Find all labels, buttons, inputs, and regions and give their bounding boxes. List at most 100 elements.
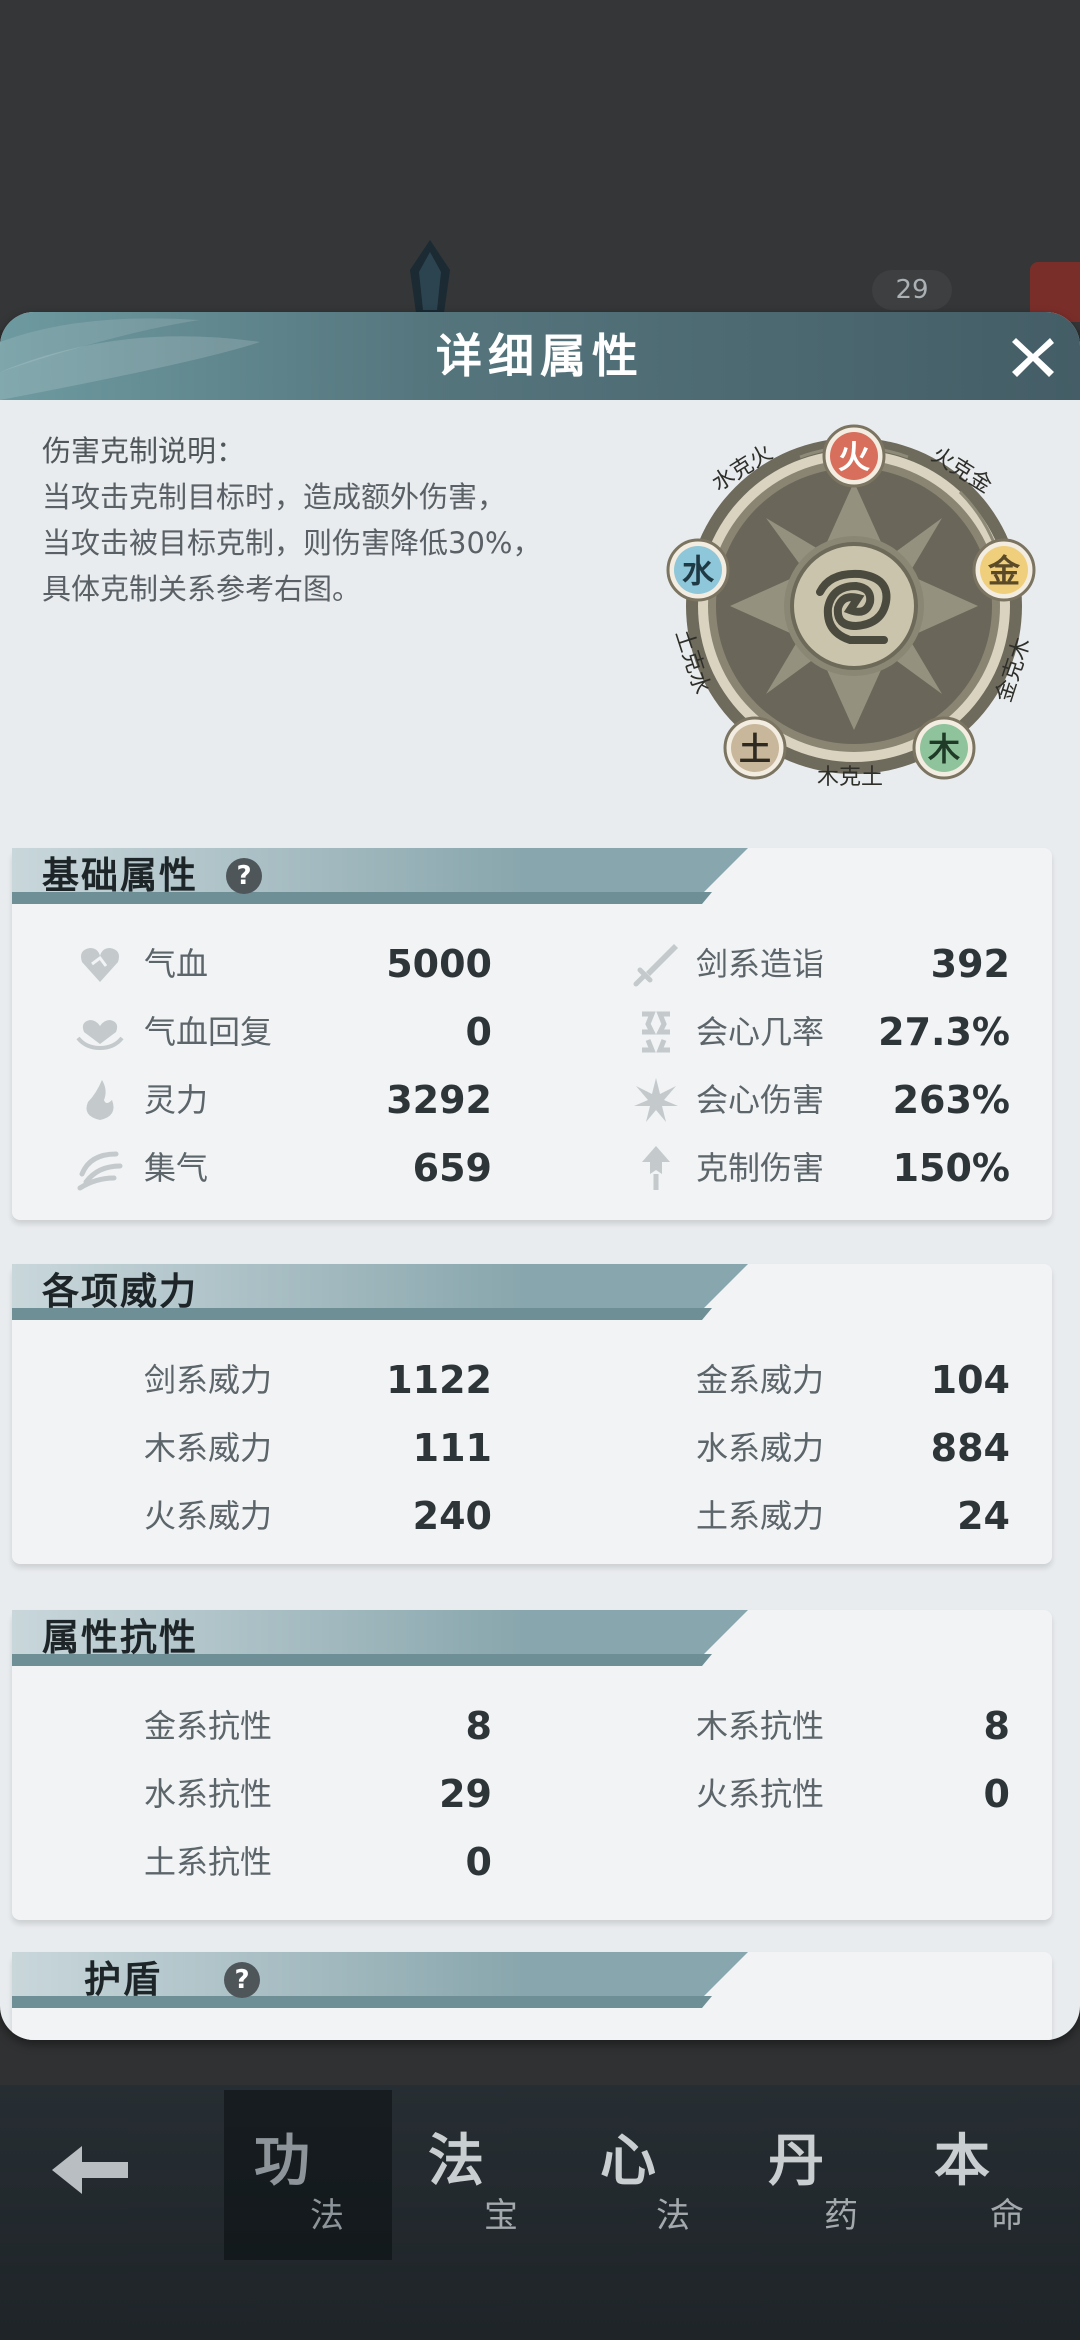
stat-label: 集气 [144, 1149, 209, 1187]
stat-value: 27.3% [878, 1010, 1010, 1054]
section-title: 属性抗性 [42, 1616, 198, 1659]
stat-value: 0 [983, 1772, 1010, 1816]
section-header: 各项威力 [12, 1264, 1052, 1320]
tab-glyph: 功 [254, 2129, 310, 2194]
stat-value: 24 [957, 1494, 1010, 1538]
stat-label: 克制伤害 [696, 1149, 825, 1187]
stat-label: 火系威力 [144, 1497, 273, 1535]
fire-label: 火 [838, 438, 870, 476]
stat-label: 气血回复 [144, 1013, 273, 1051]
help-icon[interactable]: ? [224, 1962, 260, 1998]
flame-icon [86, 1080, 114, 1120]
earth-node: 土 [723, 716, 787, 780]
tab-subglyph: 药 [824, 2196, 858, 2236]
stat-value: 8 [465, 1704, 492, 1748]
tab-benming[interactable]: 本 命 [904, 2090, 1072, 2260]
description-line: 伤害克制说明： [42, 434, 246, 468]
stat-row: 木系威力 111 [12, 1418, 532, 1478]
section-header: 护盾 ? [12, 1952, 1052, 2008]
crit-rate-icon [642, 1011, 670, 1053]
close-icon[interactable] [1002, 326, 1064, 388]
stat-row: 土系抗性 0 [12, 1832, 532, 1892]
help-icon[interactable]: ? [226, 858, 262, 894]
section-header: 基础属性 ? [12, 848, 1052, 904]
stat-row: 土系威力 24 [552, 1486, 1052, 1546]
detail-attributes-dialog: 详细属性 伤害克制说明： 当攻击克制目标时，造成额外伤害， 当攻击被目标克制，则… [0, 312, 1080, 2040]
section-header: 属性抗性 [12, 1610, 1052, 1666]
stat-label: 木系威力 [144, 1429, 273, 1467]
stat-value: 150% [892, 1146, 1010, 1190]
tab-glyph: 丹 [768, 2129, 824, 2194]
tab-subglyph: 法 [310, 2196, 344, 2236]
stat-value: 263% [892, 1078, 1010, 1122]
stat-row: 灵力 3292 [12, 1070, 532, 1130]
tab-gongfa[interactable]: 功 法 [224, 2090, 392, 2260]
stat-label: 土系抗性 [144, 1843, 273, 1881]
description-line: 具体克制关系参考右图。 [42, 572, 362, 606]
sword-icon [633, 944, 678, 987]
stat-label: 金系威力 [696, 1361, 825, 1399]
stat-label: 土系威力 [696, 1497, 825, 1535]
counter-description: 伤害克制说明： 当攻击克制目标时，造成额外伤害， 当攻击被目标克制，则伤害降低3… [42, 428, 642, 612]
stat-row: 剑系造诣 392 [552, 934, 1052, 994]
stat-label: 木系抗性 [696, 1707, 825, 1745]
tab-xinfa[interactable]: 心 法 [570, 2090, 738, 2260]
stat-row: 气血 5000 [12, 934, 532, 994]
stat-row: 集气 659 [12, 1138, 532, 1198]
water-label: 水 [682, 552, 715, 590]
stat-label: 剑系威力 [144, 1361, 273, 1399]
regen-icon [76, 1020, 124, 1051]
wood-node: 木 [912, 716, 976, 780]
level-badge: 29 [872, 270, 952, 310]
shield-section: 护盾 ? [12, 1952, 1052, 2040]
section-header-bg [12, 1952, 748, 2008]
stat-value: 8 [983, 1704, 1010, 1748]
back-arrow-icon[interactable] [48, 2140, 132, 2200]
stat-value: 392 [930, 942, 1010, 986]
tab-subglyph: 宝 [484, 2196, 518, 2236]
stat-label: 水系抗性 [144, 1775, 273, 1813]
stat-row: 金系抗性 8 [12, 1696, 532, 1756]
counter-icon [642, 1146, 670, 1190]
stat-row: 火系抗性 0 [552, 1764, 1052, 1824]
description-line: 当攻击克制目标时，造成额外伤害， [42, 480, 507, 514]
metal-node: 金 [972, 538, 1036, 602]
stat-label: 会心伤害 [696, 1081, 825, 1119]
heart-icon [81, 948, 119, 982]
basic-attributes-section: 基础属性 ? 气血 5000 气血回复 0 灵力 3292 集气 659 剑系造… [12, 848, 1052, 1220]
description-line: 当攻击被目标克制，则伤害降低30%， [42, 526, 542, 560]
stat-row: 会心几率 27.3% [552, 1002, 1052, 1062]
stat-row: 气血回复 0 [12, 1002, 532, 1062]
stat-value: 5000 [386, 942, 492, 986]
stat-label: 会心几率 [696, 1013, 825, 1051]
stat-value: 0 [465, 1840, 492, 1884]
stat-value: 29 [439, 1772, 492, 1816]
swirl-icon [77, 1151, 123, 1191]
stat-label: 剑系造诣 [696, 945, 825, 983]
stat-row: 克制伤害 150% [552, 1138, 1052, 1198]
stat-value: 111 [412, 1426, 492, 1470]
stat-value: 104 [930, 1358, 1010, 1402]
stat-row: 火系威力 240 [12, 1486, 532, 1546]
section-title: 各项威力 [42, 1270, 198, 1313]
tab-danyao[interactable]: 丹 药 [738, 2090, 906, 2260]
power-section: 各项威力 剑系威力 1122 木系威力 111 火系威力 240 金系威力 10… [12, 1264, 1052, 1564]
stat-value: 884 [930, 1426, 1010, 1470]
section-title: 基础属性 [42, 854, 198, 897]
stat-row: 水系抗性 29 [12, 1764, 532, 1824]
tab-glyph: 法 [428, 2129, 484, 2194]
stat-value: 1122 [386, 1358, 492, 1402]
element-counter-wheel: 火 金 木 土 水 火克金 金克木 木克土 土克水 水克火 [666, 424, 1036, 790]
stat-row: 会心伤害 263% [552, 1070, 1052, 1130]
tab-subglyph: 命 [990, 2196, 1024, 2236]
stat-label: 气血 [144, 945, 209, 983]
resistance-section: 属性抗性 金系抗性 8 水系抗性 29 土系抗性 0 木系抗性 8 火系抗性 0 [12, 1610, 1052, 1920]
stat-row: 木系抗性 8 [552, 1696, 1052, 1756]
tab-glyph: 本 [934, 2129, 990, 2194]
stat-label: 火系抗性 [696, 1775, 825, 1813]
metal-label: 金 [987, 552, 1021, 590]
tab-fabao[interactable]: 法 宝 [398, 2090, 566, 2260]
character-emblem-icon [410, 240, 450, 320]
earth-label: 土 [739, 730, 771, 768]
wood-label: 木 [927, 730, 960, 768]
